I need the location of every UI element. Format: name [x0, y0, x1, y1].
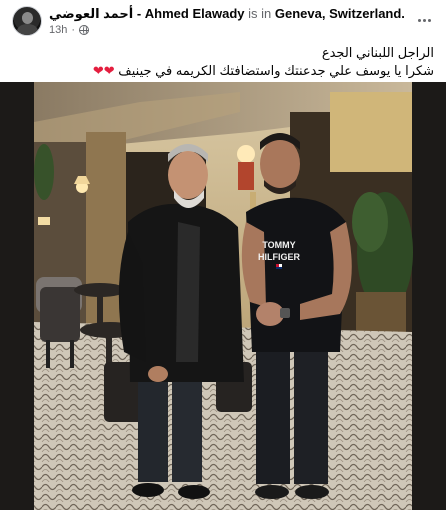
more-options-icon — [427, 18, 431, 22]
author-avatar[interactable] — [12, 6, 42, 36]
shirt-brand-line1: TOMMY — [262, 240, 295, 250]
more-options-icon — [422, 18, 426, 22]
facebook-post: أحمد العوضي - Ahmed Elawady is in Geneva… — [0, 0, 446, 510]
author-name-arabic[interactable]: أحمد العوضي — [49, 6, 133, 21]
more-options-button[interactable] — [412, 8, 436, 32]
post-caption: الراجل اللبناني الجدع شكرا يا يوسف علي ج… — [14, 44, 434, 80]
more-options-icon — [417, 18, 421, 22]
author-name-english[interactable]: Ahmed Elawady — [145, 6, 245, 21]
shirt-brand-line2: HILFIGER — [258, 252, 300, 262]
caption-line-2: شكرا يا يوسف علي جدعنتك واستضافتك الكريم… — [14, 62, 434, 80]
caption-line-1: الراجل اللبناني الجدع — [321, 45, 434, 60]
avatar-shoulders — [17, 24, 38, 35]
globe-icon[interactable] — [79, 25, 90, 35]
heart-emoji-icon: ❤❤ — [92, 63, 115, 78]
location-link[interactable]: Geneva, Switzerland. — [275, 6, 405, 21]
author-name-separator: - — [136, 6, 142, 21]
photo-illustration: TOMMY HILFIGER — [0, 82, 446, 510]
post-meta: 13h · — [49, 23, 90, 37]
post-header: أحمد العوضي - Ahmed Elawady is in Geneva… — [0, 0, 446, 42]
location-prefix: is in — [248, 6, 272, 21]
caption-text: شكرا يا يوسف علي جدعنتك واستضافتك الكريم… — [118, 63, 434, 78]
meta-dot: · — [71, 24, 76, 36]
post-timestamp[interactable]: 13h — [49, 23, 67, 37]
avatar-head — [22, 12, 33, 24]
post-author-line: أحمد العوضي - Ahmed Elawady is in Geneva… — [49, 6, 405, 22]
post-photo[interactable]: TOMMY HILFIGER — [0, 82, 446, 510]
